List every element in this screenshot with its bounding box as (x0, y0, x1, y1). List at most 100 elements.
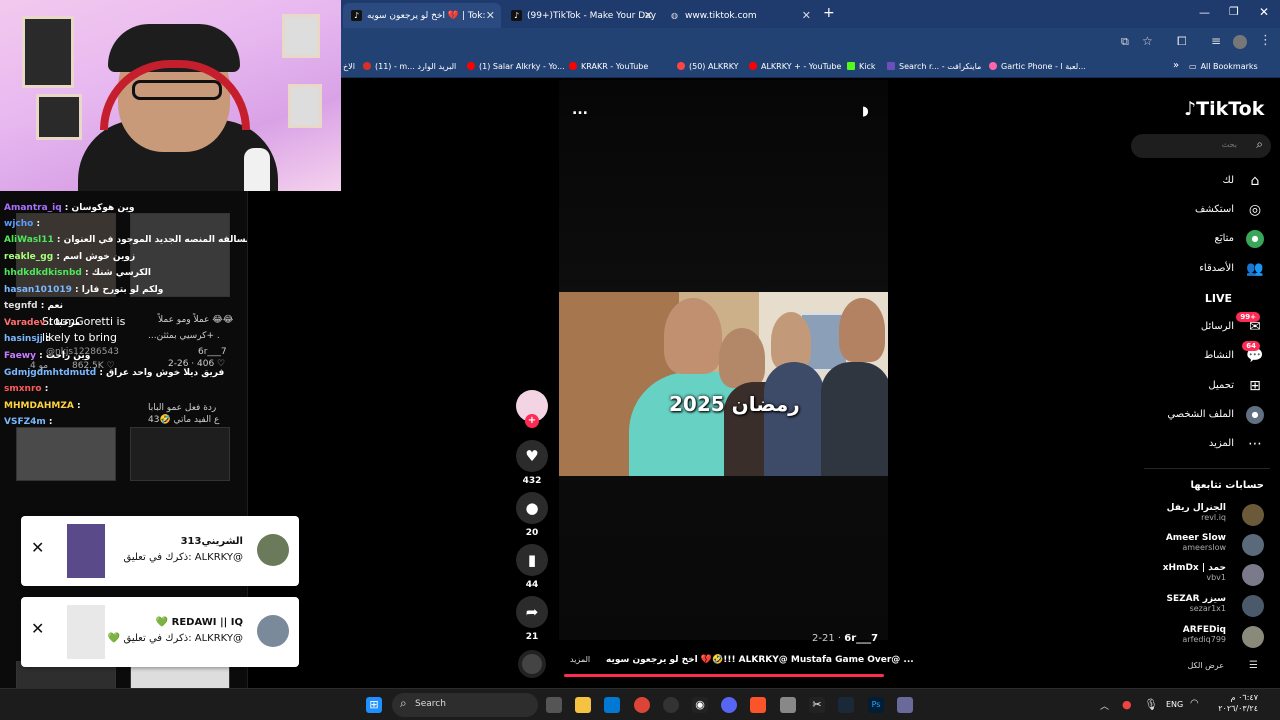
sidebar-item-label[interactable]: النشاط (1204, 350, 1234, 361)
star-icon[interactable]: ☆ (1142, 34, 1153, 48)
avatar[interactable] (1242, 504, 1264, 526)
chat-username[interactable]: Amantra_iq (4, 203, 62, 213)
video-progress-bar[interactable] (564, 674, 884, 677)
volume-icon[interactable]: ◗ (862, 104, 869, 119)
clock-time[interactable]: ٠٦:٤٧ م (1208, 693, 1258, 702)
like-button[interactable]: ♥ (516, 440, 548, 472)
home-icon[interactable]: ⌂ (1246, 172, 1264, 190)
chat-username[interactable]: Varadev (4, 318, 45, 328)
upload-icon[interactable]: ⊞ (1246, 377, 1264, 395)
friends-icon[interactable]: 👥 (1246, 260, 1264, 278)
more-icon[interactable]: ⋯ (1246, 435, 1264, 453)
profile-icon[interactable]: ● (1246, 406, 1264, 424)
new-tab-button[interactable]: + (823, 5, 835, 21)
app-icon[interactable] (780, 697, 796, 713)
video-thumbnail[interactable] (130, 427, 230, 481)
capcut-icon[interactable]: ✂ (809, 697, 825, 713)
sidebar-item-label[interactable]: LIVE (1205, 292, 1232, 305)
microphone-icon[interactable]: 🎙 (1144, 698, 1158, 711)
all-bookmarks[interactable]: ▭ All Bookmarks (1189, 62, 1258, 71)
more-link[interactable]: المزيد (570, 655, 590, 664)
close-icon[interactable]: ✕ (802, 9, 811, 22)
sidebar-item-label[interactable]: استكشف (1195, 204, 1234, 215)
search-input[interactable]: بحث ⌕ (1131, 134, 1271, 158)
clock-date[interactable]: ٢٠٢٦/٠٣/٢٤ (1208, 704, 1258, 713)
following-account[interactable]: الجنرال ريفل revl.iq (1167, 503, 1226, 522)
save-button[interactable]: ▮ (516, 544, 548, 576)
wifi-icon[interactable]: ◠ (1190, 698, 1199, 709)
photoshop-icon[interactable]: Ps (868, 697, 884, 713)
chevron-right-icon[interactable]: » (1173, 60, 1179, 71)
following-account[interactable]: SEZAR سيزر sezar1x1 (1167, 594, 1227, 613)
mention-notification[interactable]: ✕ 💚 REDAWI || IQ 💚 ذكرك في تعليق: ALKRKY… (21, 597, 299, 667)
chat-username[interactable]: wjcho (4, 219, 33, 229)
music-disc-icon[interactable] (518, 650, 546, 678)
language-indicator[interactable]: ENG (1166, 700, 1183, 709)
bookmark[interactable]: Gartic Phone - لعبة ا... (989, 62, 1086, 71)
tab-active[interactable]: ♪ اخخ لو يرجعون سويه 💔 | Tok: ✕ (343, 3, 501, 28)
video-thumbnail[interactable] (16, 427, 116, 481)
close-icon[interactable]: ✕ (31, 619, 44, 638)
sidebar-item-label[interactable]: متابَع (1214, 233, 1234, 244)
chat-username[interactable]: AliWasl11 (4, 235, 54, 245)
app-icon[interactable] (897, 697, 913, 713)
bookmark[interactable]: (50) ALKRKY (677, 62, 739, 71)
chat-username[interactable]: MHMDAHMZA (4, 401, 74, 411)
steam-icon[interactable] (838, 697, 854, 713)
app-icon[interactable] (663, 697, 679, 713)
bookmark[interactable]: Kick (847, 62, 876, 71)
following-account[interactable]: xHmDx | حمد vbv1 (1163, 563, 1226, 582)
bookmark[interactable]: Search r... - ماينكرافت (887, 62, 981, 71)
video-author-line[interactable]: 2-21 · 6r___7 (812, 633, 878, 644)
chat-username[interactable]: hhdkdkdkisnbd (4, 268, 82, 278)
tray-icon[interactable]: ● (1122, 698, 1132, 711)
show-all-link[interactable]: عرض الكل (1187, 661, 1224, 670)
bookmark[interactable]: (11) - m... البريد الوارد (363, 62, 456, 71)
taskbar-search[interactable]: ⌕ Search (392, 693, 538, 717)
video-author[interactable]: 6r___7 (844, 633, 878, 644)
video-frame[interactable]: رمضان 2025 (559, 292, 888, 476)
live-icon[interactable] (1246, 289, 1264, 307)
following-account[interactable]: Ameer Slow ameerslow (1166, 533, 1226, 552)
avatar[interactable] (1242, 534, 1264, 556)
following-account[interactable]: ARFEDiq arfediq799 (1182, 625, 1226, 644)
tab-tiktok-home[interactable]: ◍ www.tiktok.com ✕ (661, 3, 817, 28)
search-icon[interactable]: ⌕ (1256, 137, 1263, 152)
media-icon[interactable]: ≡ (1211, 34, 1221, 48)
bookmark[interactable]: KRAKR - YouTube (569, 62, 648, 71)
sidebar-item-label[interactable]: لك (1223, 175, 1234, 186)
close-window-button[interactable]: ✕ (1259, 5, 1269, 19)
close-icon[interactable]: ✕ (486, 9, 495, 22)
extensions-icon[interactable]: ⧠ (1177, 34, 1187, 49)
obs-icon[interactable]: ◉ (692, 697, 708, 713)
compass-icon[interactable]: ◎ (1246, 201, 1264, 219)
chat-username[interactable]: hasinsjj (4, 334, 43, 344)
list-icon[interactable]: ☰ (1249, 660, 1258, 671)
minimize-button[interactable]: — (1199, 6, 1210, 19)
cast-icon[interactable]: ⧉ (1121, 35, 1129, 49)
chat-username[interactable]: VSFZ4m (4, 417, 46, 427)
avatar[interactable] (1242, 564, 1264, 586)
restore-button[interactable]: ❐ (1229, 5, 1239, 18)
sidebar-item-label[interactable]: الرسائل (1201, 321, 1234, 332)
sidebar-item-label[interactable]: المزيد (1209, 438, 1234, 449)
file-explorer-icon[interactable] (575, 697, 591, 713)
tab-tiktok[interactable]: ♪ (99+)TikTok - Make Your Day ✕ (503, 3, 659, 28)
avatar[interactable] (1242, 626, 1264, 648)
chrome-icon[interactable] (634, 697, 650, 713)
chat-username[interactable]: tegnfd (4, 301, 38, 311)
mail-icon[interactable] (604, 697, 620, 713)
bookmark[interactable]: ALKRKY + - YouTube (749, 62, 841, 71)
brave-icon[interactable] (750, 697, 766, 713)
bookmark[interactable]: (1) Salar Alkrky - Yo... (467, 62, 565, 71)
following-icon[interactable]: ● (1246, 230, 1264, 248)
comment-button[interactable]: ● (516, 492, 548, 524)
chat-username[interactable]: Faewy (4, 351, 36, 361)
avatar[interactable] (1242, 595, 1264, 617)
chat-username[interactable]: Gdmjgdmhtdmutd (4, 368, 96, 378)
close-icon[interactable]: ✕ (644, 9, 653, 22)
menu-icon[interactable]: ⋮ (1259, 33, 1272, 48)
sidebar-item-label[interactable]: تحميل (1208, 380, 1234, 391)
discord-icon[interactable] (721, 697, 737, 713)
task-view-icon[interactable] (546, 697, 562, 713)
